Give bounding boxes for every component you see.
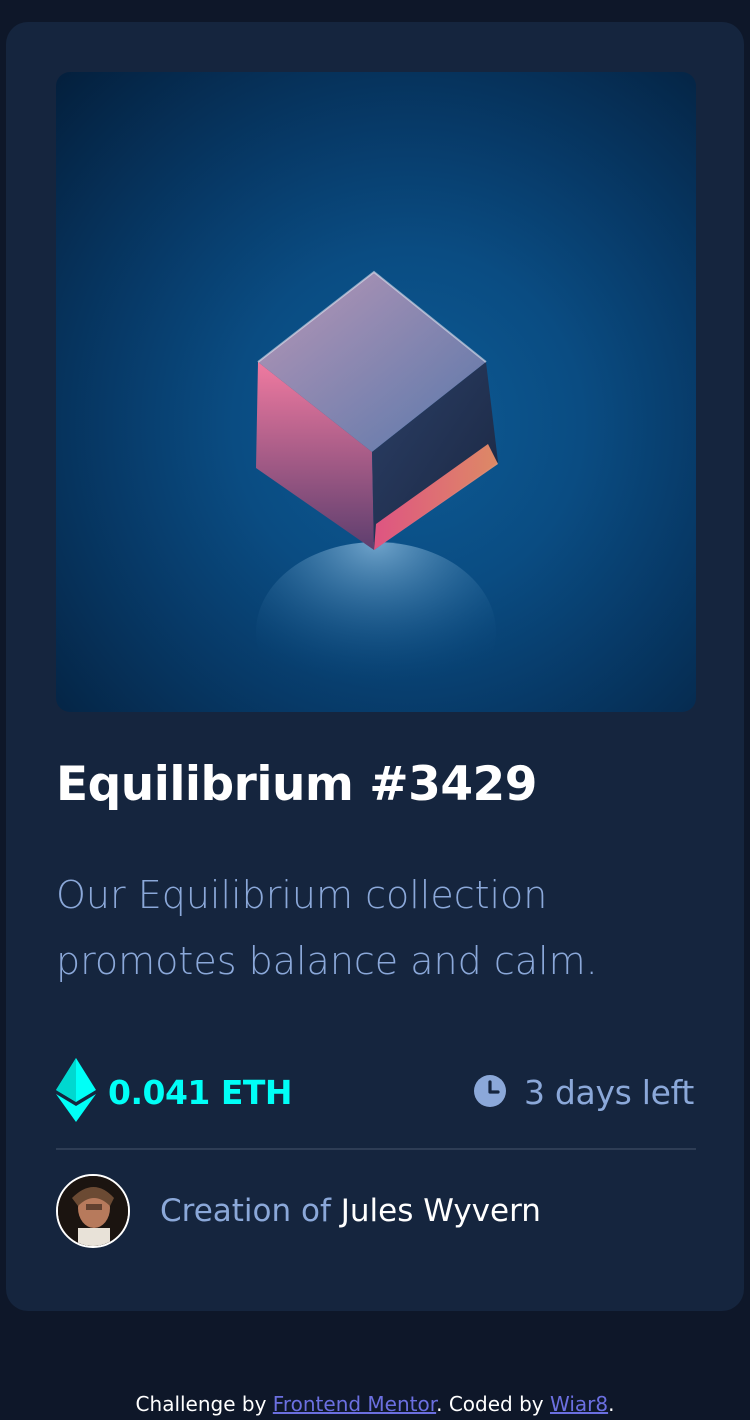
clock-icon <box>473 1074 506 1111</box>
attribution-middle: . Coded by <box>436 1392 550 1416</box>
attribution-suffix: . <box>608 1392 615 1416</box>
coder-link[interactable]: Wiar8 <box>550 1392 608 1416</box>
nft-image[interactable] <box>56 72 696 712</box>
creator-prefix: Creation of <box>160 1193 341 1229</box>
creator-text: Creation of Jules Wyvern <box>160 1193 541 1229</box>
price-value: 0.041 ETH <box>108 1072 293 1112</box>
time-left-section: 3 days left <box>473 1073 694 1112</box>
attribution-prefix: Challenge by <box>135 1392 273 1416</box>
creator-avatar <box>56 1174 130 1248</box>
nft-card: Equilibrium #3429 Our Equilibrium collec… <box>6 22 744 1311</box>
nft-description: Our Equilibrium collection promotes bala… <box>56 873 598 983</box>
price-section: 0.041 ETH <box>56 1058 293 1126</box>
ethereum-icon <box>56 1058 96 1126</box>
time-left-value: 3 days left <box>523 1073 694 1112</box>
cube-illustration <box>256 270 498 712</box>
creator-section: Creation of Jules Wyvern <box>56 1174 541 1248</box>
nft-title[interactable]: Equilibrium #3429 <box>56 757 537 812</box>
creator-name[interactable]: Jules Wyvern <box>341 1193 541 1229</box>
frontend-mentor-link[interactable]: Frontend Mentor <box>273 1392 436 1416</box>
divider <box>56 1148 696 1150</box>
attribution: Challenge by Frontend Mentor. Coded by W… <box>0 1392 750 1416</box>
